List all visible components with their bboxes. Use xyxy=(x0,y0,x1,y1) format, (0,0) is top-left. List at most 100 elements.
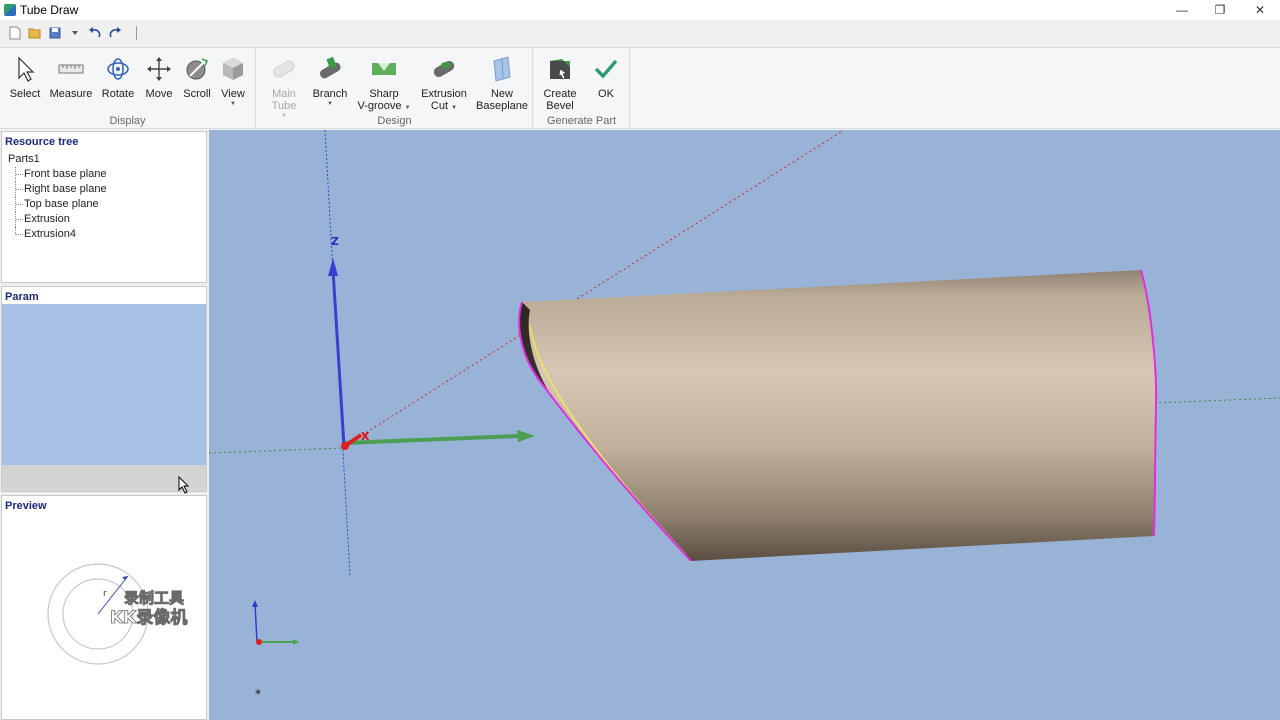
rotate-button[interactable]: Rotate xyxy=(100,54,136,100)
scroll-label: Scroll xyxy=(183,88,211,100)
close-icon: ✕ xyxy=(1254,3,1266,17)
z-axis-label: Z xyxy=(331,235,339,248)
restore-button[interactable]: ❐ xyxy=(1200,0,1240,20)
save-button[interactable] xyxy=(48,26,62,40)
measure-button[interactable]: Measure xyxy=(50,54,92,100)
sharp-label-1: Sharp xyxy=(369,88,399,100)
branch-tube-icon xyxy=(319,56,341,79)
extrusion-cut-icon xyxy=(433,61,455,77)
param-grid[interactable] xyxy=(2,304,206,465)
left-panel: Resource tree Parts1 Front base plane Ri… xyxy=(0,130,209,720)
ribbon: Select Measure Rotate Move Scroll View ▼… xyxy=(0,47,1280,129)
branch-button[interactable]: Branch ▼ xyxy=(310,54,350,108)
generate-part-group: Create Bevel OK Generate Part xyxy=(534,48,630,129)
ok-label: OK xyxy=(598,88,614,100)
sharp-vgroove-button[interactable]: Sharp V-groove ▼ xyxy=(356,54,412,112)
chevron-down-icon: ▼ xyxy=(404,105,411,111)
preview-panel: Preview r 录制工具 KK录像机 xyxy=(1,495,207,720)
save-icon xyxy=(49,27,61,39)
minimize-icon: — xyxy=(1176,3,1188,17)
mouse-cursor-icon xyxy=(178,476,190,494)
baseplane-label-1: New xyxy=(490,88,513,100)
tree-item-right-base-plane[interactable]: Right base plane xyxy=(2,182,206,197)
restore-icon: ❐ xyxy=(1214,3,1226,17)
minimize-button[interactable]: — xyxy=(1162,0,1202,20)
move-button[interactable]: Move xyxy=(144,54,174,100)
baseplane-label-2: Baseplane xyxy=(476,100,528,112)
main-tube-label-2: Tube xyxy=(271,100,297,112)
main-tube-label-1: Main xyxy=(272,88,296,100)
y-axis-line-left xyxy=(209,447,345,454)
cube-icon xyxy=(223,58,243,80)
bevel-icon xyxy=(550,59,570,80)
preview-title: Preview xyxy=(5,500,47,512)
title-bar: Tube Draw — ❐ ✕ xyxy=(0,0,1280,20)
tree-item-top-base-plane[interactable]: Top base plane xyxy=(2,197,206,212)
ruler-icon xyxy=(58,64,84,74)
scroll-button[interactable]: Scroll xyxy=(181,54,213,100)
select-button[interactable]: Select xyxy=(8,54,42,100)
redo-icon xyxy=(109,27,121,38)
sharp-label-2: V-groove xyxy=(357,100,402,112)
watermark-line-2: KK录像机 xyxy=(110,607,187,628)
tube-body[interactable] xyxy=(519,270,1157,561)
mini-origin xyxy=(256,639,262,645)
design-group: Main Tube ▼ Branch ▼ Sharp V-groove ▼ Ex… xyxy=(257,48,533,129)
tree-item-extrusion[interactable]: Extrusion xyxy=(2,212,206,227)
main-tube-button[interactable]: Main Tube ▼ xyxy=(265,54,303,120)
resource-tree-panel: Resource tree Parts1 Front base plane Ri… xyxy=(1,131,207,283)
extrusion-label-2: Cut xyxy=(430,100,449,112)
tree-item-front-base-plane[interactable]: Front base plane xyxy=(2,167,206,182)
extrusion-label-1: Extrusion xyxy=(421,88,467,100)
close-button[interactable]: ✕ xyxy=(1240,0,1280,20)
rotate-label: Rotate xyxy=(101,88,135,100)
open-icon xyxy=(28,28,41,39)
display-group: Select Measure Rotate Move Scroll View ▼… xyxy=(0,48,256,129)
extrusion-cut-button[interactable]: Extrusion Cut ▼ xyxy=(419,54,469,112)
z-arrowhead-icon xyxy=(328,258,338,276)
chevron-down-icon xyxy=(72,31,78,35)
open-file-button[interactable] xyxy=(28,26,42,40)
generate-group-label: Generate Part xyxy=(546,115,617,127)
chevron-down-icon: ▼ xyxy=(230,101,236,107)
toolbar-separator xyxy=(136,26,137,40)
scene-canvas: Z X * xyxy=(209,130,1280,701)
design-group-label: Design xyxy=(377,115,412,127)
param-panel: Param xyxy=(1,286,207,492)
ok-button[interactable]: OK xyxy=(590,54,622,100)
mini-z-axis xyxy=(254,603,258,643)
tree-item-extrusion4[interactable]: Extrusion4 xyxy=(2,227,206,242)
branch-label: Branch xyxy=(312,88,348,100)
scroll-icon xyxy=(186,58,208,80)
new-file-button[interactable] xyxy=(8,26,22,40)
bevel-label-2: Bevel xyxy=(546,100,574,112)
create-bevel-button[interactable]: Create Bevel xyxy=(542,54,578,112)
v-groove-icon xyxy=(372,63,396,75)
redo-button[interactable] xyxy=(108,26,122,40)
origin-point xyxy=(341,442,349,450)
chevron-down-icon: ▼ xyxy=(451,105,458,111)
view-button[interactable]: View ▼ xyxy=(218,54,248,108)
cursor-icon xyxy=(18,56,35,82)
move-icon xyxy=(147,57,171,81)
save-dropdown[interactable] xyxy=(68,26,82,40)
resource-tree-title: Resource tree xyxy=(5,136,79,148)
baseplane-icon xyxy=(493,56,511,82)
chevron-down-icon: ▼ xyxy=(327,101,333,107)
z-axis-arrow xyxy=(331,269,346,447)
bevel-label-1: Create xyxy=(543,88,577,100)
mini-y-arrowhead-icon xyxy=(293,639,299,645)
undo-button[interactable] xyxy=(88,26,102,40)
window-title: Tube Draw xyxy=(20,3,79,17)
new-icon xyxy=(9,26,21,40)
status-star: * xyxy=(255,687,261,701)
select-label: Select xyxy=(9,88,41,100)
new-baseplane-button[interactable]: New Baseplane xyxy=(475,54,529,112)
radius-label: r xyxy=(103,589,107,599)
3d-viewport[interactable]: Z X * xyxy=(209,130,1280,720)
tree-root-parts[interactable]: Parts1 xyxy=(2,152,206,167)
watermark-line-1: 录制工具 xyxy=(124,589,184,607)
mini-z-arrowhead-icon xyxy=(252,600,258,607)
y-axis-line-right xyxy=(1153,397,1280,404)
y-axis-arrow xyxy=(344,434,520,445)
